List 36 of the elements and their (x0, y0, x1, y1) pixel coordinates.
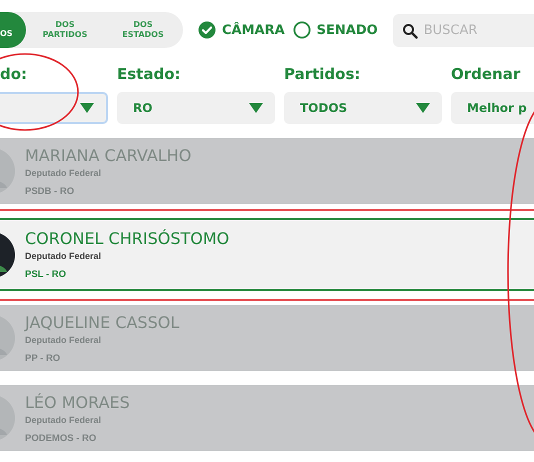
radio-label[interactable]: SENADO (316, 22, 378, 38)
politician-card[interactable]: JAQUELINE CASSOL Deputado Federal PP - RO (0, 305, 534, 371)
politician-name: MARIANA CARVALHO (25, 146, 192, 166)
politician-name: LÉO MORAES (25, 392, 130, 412)
caret-icon (416, 103, 430, 113)
politician-role: Deputado Federal (25, 334, 102, 344)
politician-name: JAQUELINE CASSOL (25, 312, 180, 332)
politician-card[interactable]: CORONEL CHRISÓSTOMO Deputado Federal PSL - RO (0, 218, 534, 291)
tab[interactable]: DOS ESTADOS (104, 12, 182, 48)
politician-card[interactable]: LÉO MORAES Deputado Federal PODEMOS - RO (0, 385, 534, 451)
filter-label: Ordenar (451, 64, 522, 85)
filter-label: Estado: (117, 64, 182, 85)
radio-icon[interactable] (292, 21, 311, 39)
dropdown[interactable]: TODOS (284, 92, 442, 124)
filter-label: do: (0, 64, 28, 85)
politician-party: PSL - RO (25, 269, 67, 280)
search-icon (402, 22, 418, 38)
tab[interactable]: OS (0, 12, 26, 48)
politician-role: Deputado Federal (25, 251, 102, 261)
radio-checked-icon[interactable] (198, 21, 216, 39)
dropdown[interactable]: RO (117, 92, 275, 124)
tab[interactable]: DOS PARTIDOS (26, 12, 104, 48)
politician-role: Deputado Federal (25, 414, 102, 424)
politician-party: PODEMOS - RO (25, 432, 98, 444)
politician-party: PP - RO (25, 352, 62, 364)
politician-name: CORONEL CHRISÓSTOMO (25, 229, 230, 249)
caret-icon (80, 103, 94, 113)
dropdown[interactable]: Melhor p (451, 92, 534, 124)
search-field[interactable]: BUSCAR (392, 14, 534, 46)
politician-card[interactable]: MARIANA CARVALHO Deputado Federal PSDB - RO (0, 138, 534, 204)
radio-label[interactable]: CÂMARA (222, 22, 285, 38)
dropdown[interactable] (0, 92, 108, 124)
politician-role: Deputado Federal (25, 168, 102, 178)
caret-icon (249, 103, 263, 113)
filter-label: Partidos: (284, 64, 362, 85)
politician-party: PSDB - RO (25, 186, 76, 196)
